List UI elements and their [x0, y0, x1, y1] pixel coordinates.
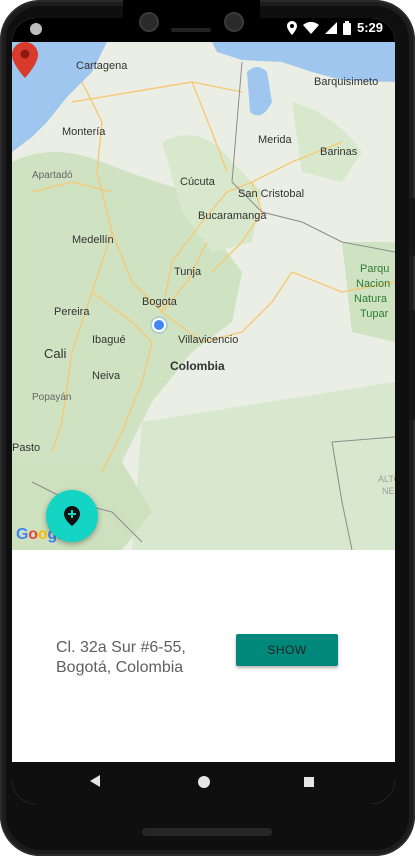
region-label: ALTO [378, 474, 395, 484]
address-text: Cl. 32a Sur #6-55, Bogotá, Colombia [56, 639, 186, 676]
camera-notch [123, 0, 260, 40]
city-label: Neiva [92, 370, 121, 382]
power-button [409, 198, 415, 256]
city-label: Cartagena [76, 60, 128, 72]
notification-dot-icon [30, 23, 42, 35]
region-label: NE [382, 486, 395, 496]
city-label: Pasto [12, 442, 41, 454]
city-label: Barquisimeto [314, 76, 379, 88]
home-icon[interactable] [198, 776, 210, 788]
park-label: Parqu [360, 263, 390, 275]
park-label: Nacion [356, 278, 391, 290]
location-icon [286, 20, 297, 35]
city-label: Medellín [72, 234, 114, 246]
park-label: Tupar [360, 308, 389, 320]
city-label: Bucaramanga [198, 210, 267, 222]
city-label: Popayán [32, 392, 72, 403]
map-canvas [12, 42, 395, 550]
current-location-dot [152, 318, 166, 332]
show-button[interactable]: SHOW [236, 634, 338, 666]
bottom-speaker [142, 828, 272, 836]
map-view[interactable]: Cartagena Barquisimeto Montería Merida B… [12, 42, 395, 550]
status-icons: 5:29 [286, 20, 383, 35]
earpiece-speaker [171, 28, 211, 32]
phone-frame: 5:29 Cartagena Barquisimeto Montería Mer… [0, 0, 415, 856]
city-label: Tunja [174, 266, 202, 278]
add-location-button[interactable] [46, 490, 98, 542]
map-pin-icon[interactable] [12, 42, 38, 78]
city-label: Merida [258, 134, 292, 146]
recents-icon[interactable] [304, 777, 314, 787]
country-label: Colombia [170, 359, 225, 373]
city-label: Apartadó [32, 170, 73, 181]
navigation-bar [12, 762, 395, 804]
city-label: Montería [62, 126, 106, 138]
battery-icon [342, 20, 351, 35]
city-label: Villavicencio [178, 334, 239, 346]
front-camera-icon [139, 12, 159, 32]
city-label: Cúcuta [180, 176, 215, 188]
volume-button [409, 310, 415, 420]
screen: 5:29 Cartagena Barquisimeto Montería Mer… [12, 18, 395, 804]
city-label: Barinas [320, 146, 358, 158]
signal-icon [324, 21, 337, 34]
wifi-icon [302, 21, 319, 34]
city-label: Cali [44, 346, 67, 361]
city-label: Pereira [54, 306, 90, 318]
add-location-icon [64, 506, 80, 526]
city-label: San Cristobal [238, 188, 305, 200]
city-label: Ibagué [92, 334, 126, 346]
status-time: 5:29 [356, 20, 383, 35]
city-label: Bogota [142, 296, 177, 308]
back-icon[interactable] [90, 775, 100, 787]
front-sensor-icon [224, 12, 244, 32]
park-label: Natura [354, 293, 388, 305]
